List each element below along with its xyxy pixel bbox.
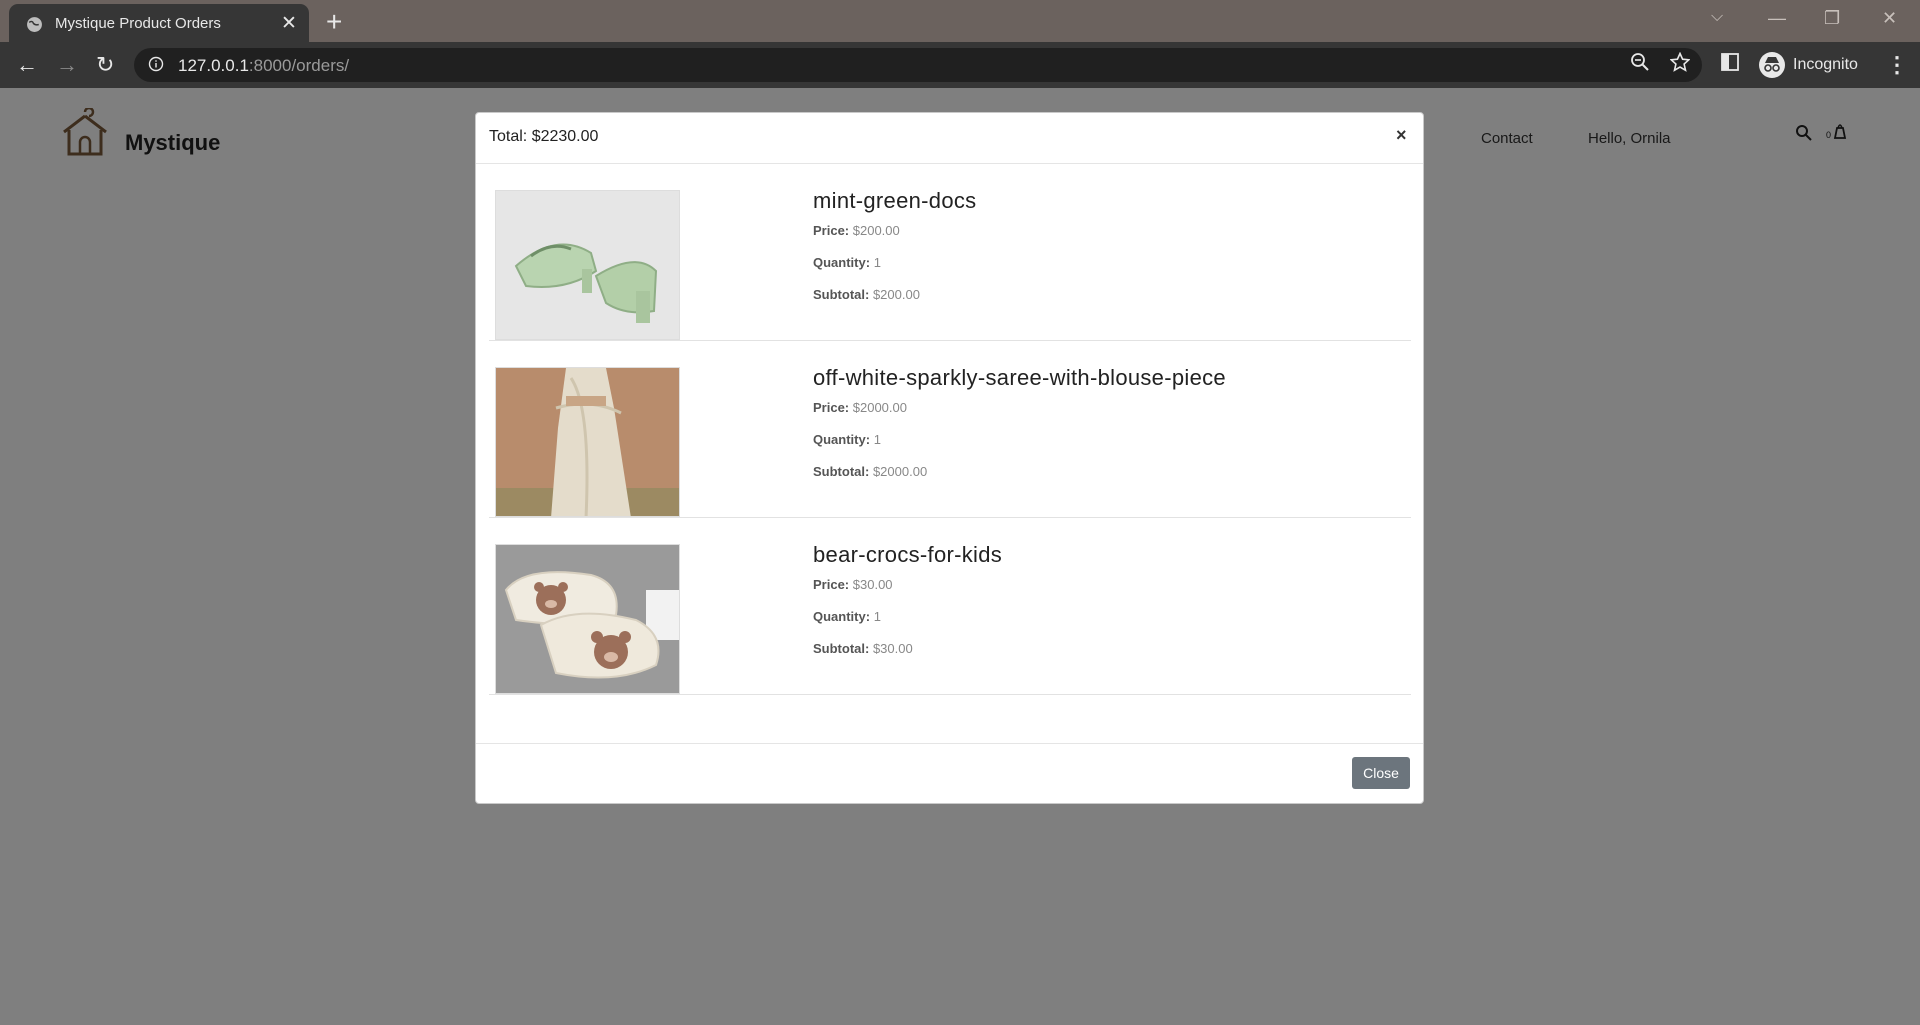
browser-tab[interactable]: Mystique Product Orders ✕ (9, 4, 309, 42)
back-icon[interactable]: ← (16, 52, 38, 78)
quantity-label: Quantity: (813, 609, 871, 624)
price-value: $200.00 (852, 223, 900, 238)
subtotal-value: $30.00 (872, 641, 913, 656)
order-item: mint-green-docs Price: $200.00 Quantity:… (489, 163, 1411, 341)
subtotal-value: $200.00 (872, 287, 920, 302)
tab-close-icon[interactable]: ✕ (281, 12, 297, 35)
order-item: off-white-sparkly-saree-with-blouse-piec… (489, 340, 1411, 518)
order-details-modal: Total: $2230.00 × mint-green-docs Price:… (475, 112, 1424, 804)
product-name: mint-green-docs (813, 188, 977, 213)
quantity-row: Quantity: 1 (813, 609, 881, 624)
window-close-icon[interactable]: ✕ (1882, 8, 1897, 29)
order-item: bear-crocs-for-kids Price: $30.00 Quanti… (489, 517, 1411, 695)
subtotal-value: $2000.00 (872, 464, 928, 479)
side-panel-icon[interactable] (1720, 52, 1740, 72)
new-tab-icon[interactable]: + (326, 6, 342, 38)
browser-tab-strip: Mystique Product Orders ✕ + ⌵ — ❐ ✕ (0, 0, 1920, 42)
subtotal-label: Subtotal: (813, 641, 870, 656)
browser-toolbar: ← → ↻ 127.0.0.1:8000/orders/ Incognito ⋮ (0, 42, 1920, 88)
product-image-mint-green-docs[interactable] (495, 190, 680, 340)
price-row: Price: $30.00 (813, 577, 893, 592)
product-name: off-white-sparkly-saree-with-blouse-piec… (813, 365, 1226, 390)
globe-icon (27, 17, 42, 32)
modal-footer-divider (476, 743, 1423, 744)
product-name: bear-crocs-for-kids (813, 542, 1003, 567)
price-label: Price: (813, 223, 850, 238)
quantity-value: 1 (873, 432, 881, 447)
url-host: 127.0.0.1 (178, 56, 249, 75)
product-image-bear-crocs[interactable] (495, 544, 680, 694)
url-path: :8000/orders/ (248, 56, 350, 75)
subtotal-label: Subtotal: (813, 464, 870, 479)
incognito-indicator[interactable]: Incognito (1755, 48, 1865, 82)
price-row: Price: $200.00 (813, 223, 900, 238)
close-button[interactable]: Close (1352, 757, 1410, 789)
price-label: Price: (813, 400, 850, 415)
subtotal-row: Subtotal: $2000.00 (813, 464, 927, 479)
subtotal-label: Subtotal: (813, 287, 870, 302)
price-label: Price: (813, 577, 850, 592)
quantity-row: Quantity: 1 (813, 432, 881, 447)
minimize-icon[interactable]: — (1768, 8, 1786, 29)
url-text: 127.0.0.1:8000/orders/ (178, 56, 349, 76)
subtotal-row: Subtotal: $30.00 (813, 641, 913, 656)
price-row: Price: $2000.00 (813, 400, 907, 415)
quantity-label: Quantity: (813, 432, 871, 447)
price-value: $2000.00 (852, 400, 907, 415)
incognito-icon (1759, 52, 1785, 78)
quantity-value: 1 (873, 255, 881, 270)
forward-icon[interactable]: → (56, 52, 78, 78)
quantity-label: Quantity: (813, 255, 871, 270)
address-bar[interactable]: 127.0.0.1:8000/orders/ (134, 48, 1702, 82)
modal-header: Total: $2230.00 × (476, 113, 1423, 164)
quantity-row: Quantity: 1 (813, 255, 881, 270)
tab-search-icon[interactable]: ⌵ (1711, 8, 1723, 26)
incognito-label: Incognito (1793, 56, 1858, 73)
site-info-icon[interactable] (148, 56, 164, 72)
restore-icon[interactable]: ❐ (1824, 8, 1840, 29)
reload-icon[interactable]: ↻ (96, 52, 114, 78)
subtotal-row: Subtotal: $200.00 (813, 287, 920, 302)
zoom-out-icon[interactable] (1630, 52, 1650, 72)
order-total-title: Total: $2230.00 (489, 128, 599, 145)
price-value: $30.00 (852, 577, 893, 592)
bookmark-star-icon[interactable] (1670, 52, 1690, 72)
tab-title: Mystique Product Orders (55, 15, 221, 32)
browser-menu-icon[interactable]: ⋮ (1886, 52, 1908, 78)
product-image-saree[interactable] (495, 367, 680, 517)
modal-close-icon[interactable]: × (1396, 125, 1407, 146)
quantity-value: 1 (873, 609, 881, 624)
